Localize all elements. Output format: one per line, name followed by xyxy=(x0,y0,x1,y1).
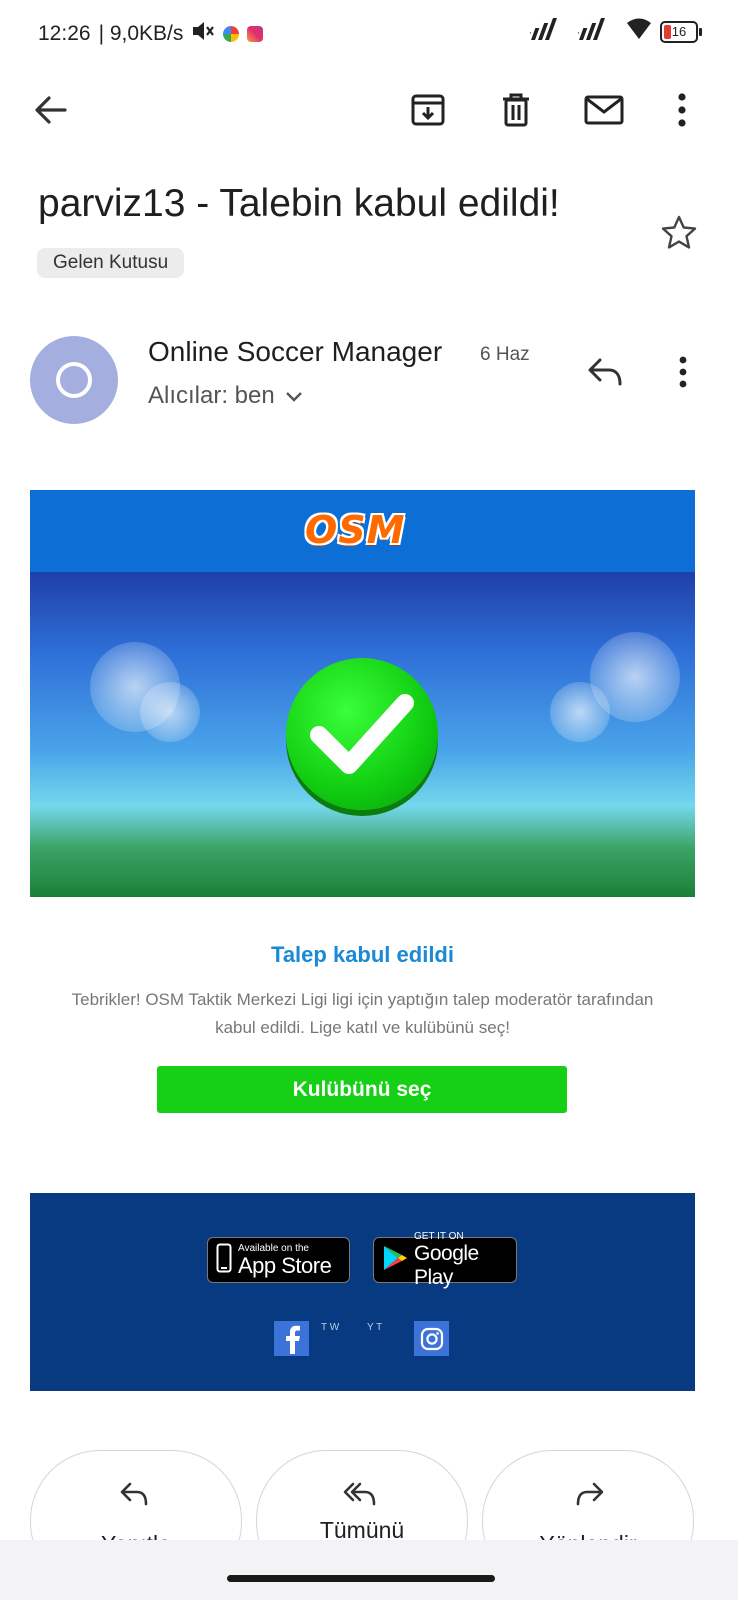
sender-more-icon[interactable] xyxy=(678,356,688,393)
instagram-social-icon[interactable] xyxy=(414,1321,449,1356)
battery-level: 16 xyxy=(671,23,687,39)
email-date: 6 Haz xyxy=(480,344,530,365)
battery-icon: 16 xyxy=(660,20,702,43)
google-play-badge[interactable]: GET IT ON Google Play xyxy=(373,1231,517,1289)
email-subject: parviz13 - Talebin kabul edildi! xyxy=(38,182,560,225)
chevron-down-icon xyxy=(285,382,303,410)
wifi-icon xyxy=(626,18,652,45)
reply-icon xyxy=(119,1481,151,1512)
home-indicator[interactable] xyxy=(227,1575,495,1582)
signal-icon xyxy=(523,18,570,45)
youtube-broken-image-icon[interactable]: Y T xyxy=(367,1322,397,1333)
avatar-letter-icon xyxy=(56,362,92,398)
archive-icon[interactable] xyxy=(406,88,450,132)
status-time: 12:26 xyxy=(38,22,91,45)
status-bar: 12:26 | 9,0KB/s 16 xyxy=(0,0,738,64)
mark-unread-icon[interactable] xyxy=(582,88,626,132)
status-speed: | 9,0KB/s xyxy=(98,22,184,45)
app-store-badge[interactable]: Available on the App Store xyxy=(207,1237,350,1283)
google-play-big-text: Google Play xyxy=(414,1241,479,1289)
reply-all-icon xyxy=(343,1481,379,1512)
content-title: Talep kabul edildi xyxy=(271,942,454,967)
signal-icon xyxy=(571,18,618,45)
more-vert-icon[interactable] xyxy=(660,88,704,132)
email-footer xyxy=(30,1193,695,1391)
instagram-icon xyxy=(247,26,264,42)
reply-icon[interactable] xyxy=(586,356,624,393)
app-store-big-text: App Store xyxy=(238,1252,332,1278)
checkmark-icon xyxy=(286,658,438,810)
content-body: Tebrikler! OSM Taktik Merkezi Ligi ligi … xyxy=(71,990,654,1037)
trash-icon[interactable] xyxy=(494,88,538,132)
google-play-small-text: GET IT ON xyxy=(414,1230,464,1242)
recipients-label: Alıcılar: ben xyxy=(148,382,275,409)
facebook-icon[interactable] xyxy=(274,1321,309,1356)
choose-club-button[interactable]: Kulübünü seç xyxy=(157,1066,567,1113)
inbox-label-chip[interactable]: Gelen Kutusu xyxy=(37,248,185,278)
mute-icon xyxy=(191,20,215,48)
status-right: 16 xyxy=(523,18,702,45)
sender-name: Online Soccer Manager xyxy=(148,336,443,367)
app-icon xyxy=(223,26,240,42)
recipients-toggle[interactable]: Alıcılar: ben xyxy=(148,382,303,410)
avatar[interactable] xyxy=(30,336,118,424)
phone-icon xyxy=(216,1243,232,1278)
twitter-broken-image-icon[interactable]: T W xyxy=(321,1322,351,1333)
osm-logo: OSM xyxy=(305,508,406,552)
app-store-small-text: Available on the xyxy=(238,1242,309,1254)
back-arrow-icon[interactable] xyxy=(28,88,72,132)
play-icon xyxy=(382,1244,408,1277)
forward-icon xyxy=(573,1481,605,1512)
status-left: 12:26 | 9,0KB/s xyxy=(38,20,264,48)
star-icon[interactable] xyxy=(660,214,698,257)
system-nav-bar xyxy=(0,1540,738,1600)
